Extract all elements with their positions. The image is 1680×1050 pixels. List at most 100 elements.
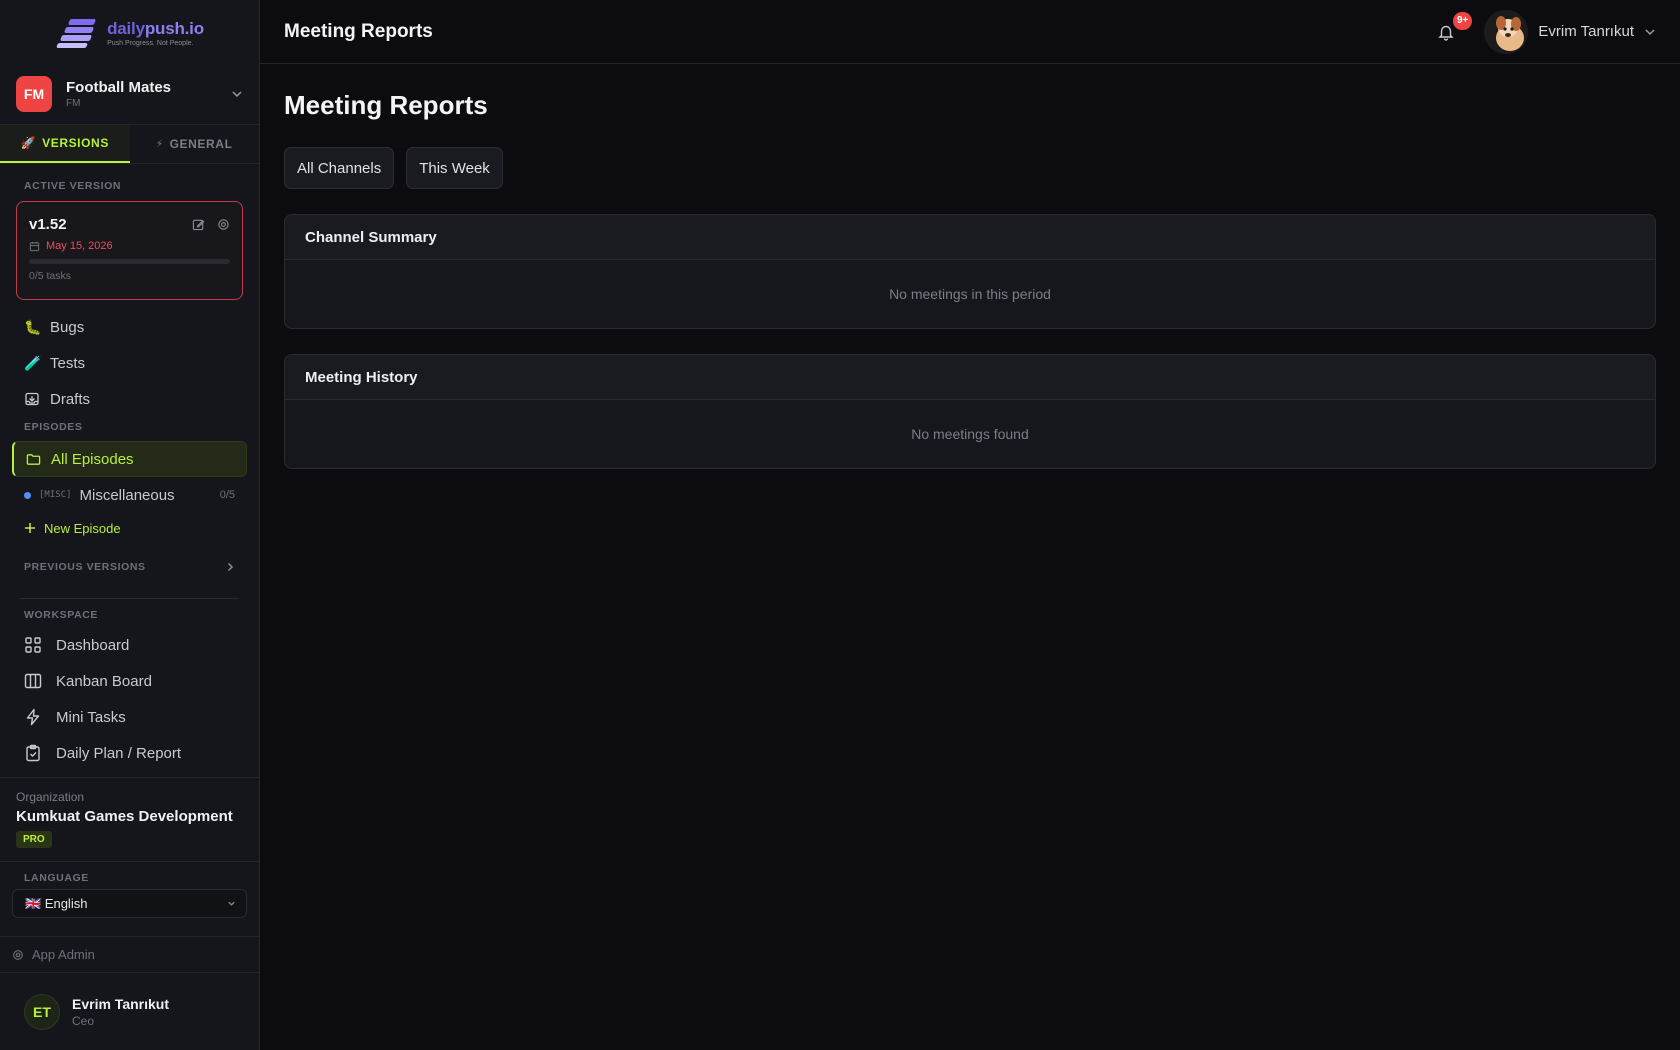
brand-name: dailypush.io: [107, 19, 204, 38]
nav-item-label: Dashboard: [56, 636, 130, 654]
app-root: dailypush.io Push Progress. Not People. …: [0, 0, 1680, 1050]
episode-all[interactable]: All Episodes: [12, 441, 247, 477]
project-name: Football Mates: [66, 79, 172, 96]
episodes-label: EPISODES: [24, 421, 83, 433]
grid-icon: [25, 637, 41, 653]
logo-text: dailypush.io Push Progress. Not People.: [107, 19, 204, 47]
panel-title: Channel Summary: [285, 215, 1655, 260]
active-version-label: ACTIVE VERSION: [24, 180, 122, 192]
sidebar-user[interactable]: ET Evrim Tanrıkut Ceo: [0, 974, 259, 1050]
tab-versions[interactable]: 🚀 VERSIONS: [0, 125, 130, 163]
lightning-icon: [26, 708, 40, 726]
tab-general-label: GENERAL: [169, 137, 233, 151]
nav-item-label: Mini Tasks: [56, 708, 126, 726]
page-content: Meeting Reports All Channels This Week C…: [260, 90, 1680, 469]
top-bar-actions: 9+ Evrim Tanrıkut: [1434, 9, 1656, 54]
empty-state: No meetings in this period: [889, 286, 1051, 302]
language-label: LANGUAGE: [24, 872, 89, 884]
project-code: FM: [66, 98, 81, 109]
clipboard-check-icon: [26, 744, 40, 762]
sidebar-user-name: Evrim Tanrıkut: [72, 996, 169, 1012]
app-admin-link[interactable]: App Admin: [0, 937, 259, 973]
plus-icon: [25, 523, 35, 533]
brand-tagline: Push Progress. Not People.: [107, 40, 194, 47]
sidebar-user-info: Evrim Tanrıkut Ceo: [72, 996, 169, 1028]
nav-item-tests[interactable]: 🧪 Tests: [0, 345, 259, 381]
version-date: May 15, 2026: [29, 240, 230, 252]
nav-item-daily-plan[interactable]: Daily Plan / Report: [0, 735, 259, 771]
user-name: Evrim Tanrıkut: [1538, 23, 1634, 40]
chevron-down-icon: [232, 91, 242, 98]
top-bar: Meeting Reports 9+ Evrim Tanrıkut: [260, 0, 1680, 64]
nav-item-label: Tests: [50, 354, 86, 372]
notification-badge: 9+: [1453, 11, 1473, 30]
sidebar: dailypush.io Push Progress. Not People. …: [0, 0, 260, 1050]
bug-icon: 🐛: [24, 318, 42, 335]
period-filter[interactable]: This Week: [406, 147, 503, 189]
workspace-nav: Dashboard Kanban Board Mini Tasks Daily …: [0, 627, 259, 771]
folder-icon: [26, 453, 41, 465]
meeting-history-panel: Meeting History No meetings found: [284, 354, 1656, 469]
tab-general[interactable]: ⚡ GENERAL: [130, 125, 260, 163]
rocket-icon: 🚀: [20, 136, 37, 150]
organization-label: Organization: [16, 790, 85, 804]
panel-title: Meeting History: [285, 355, 1655, 400]
main-area: Meeting Reports 9+ Evrim Tanrıkut Meetin…: [260, 0, 1680, 1050]
language-panel: LANGUAGE 🇬🇧 English: [0, 862, 259, 937]
tab-versions-label: VERSIONS: [42, 136, 109, 150]
avatar: [1484, 9, 1529, 54]
version-tools: [192, 218, 230, 231]
logo-mark-icon: [55, 18, 99, 48]
channel-summary-panel: Channel Summary No meetings in this peri…: [284, 214, 1656, 329]
chevron-right-icon: [227, 562, 234, 572]
episode-label: Miscellaneous: [79, 486, 175, 504]
lightning-icon: ⚡: [156, 138, 164, 150]
kanban-icon: [24, 673, 42, 689]
edit-icon[interactable]: [192, 218, 205, 231]
episode-tag: [MISC]: [39, 490, 72, 500]
project-info: Football Mates FM: [66, 79, 217, 109]
previous-versions-toggle[interactable]: PREVIOUS VERSIONS: [0, 549, 259, 585]
notifications-button[interactable]: 9+: [1434, 11, 1473, 44]
language-selected: 🇬🇧 English: [25, 895, 88, 911]
chevron-down-icon: [228, 901, 235, 906]
brand-logo[interactable]: dailypush.io Push Progress. Not People.: [0, 0, 259, 64]
channel-filter[interactable]: All Channels: [284, 147, 395, 189]
user-menu[interactable]: Evrim Tanrıkut: [1484, 9, 1656, 54]
app-admin-label: App Admin: [32, 947, 95, 962]
empty-state: No meetings found: [911, 426, 1029, 442]
header-title: Meeting Reports: [284, 20, 433, 42]
nav-item-mini-tasks[interactable]: Mini Tasks: [0, 699, 259, 735]
workspace-label: WORKSPACE: [24, 609, 99, 621]
gear-icon[interactable]: [217, 218, 230, 231]
sidebar-tabs: 🚀 VERSIONS ⚡ GENERAL: [0, 124, 259, 164]
bell-icon: [1438, 25, 1455, 41]
project-switcher[interactable]: FM Football Mates FM: [0, 64, 259, 124]
episode-item[interactable]: [MISC] Miscellaneous 0/5: [0, 477, 259, 513]
new-episode-button[interactable]: New Episode: [0, 513, 259, 543]
page-title: Meeting Reports: [284, 90, 488, 120]
nav-item-label: Bugs: [50, 318, 85, 336]
chevron-down-icon: [1645, 28, 1655, 35]
nav-item-drafts[interactable]: Drafts: [0, 381, 259, 417]
nav-item-label: Kanban Board: [56, 672, 152, 690]
nav-item-bugs[interactable]: 🐛 Bugs: [0, 309, 259, 345]
sidebar-divider: [20, 598, 239, 599]
inbox-icon: [25, 392, 39, 406]
gear-icon: [13, 949, 23, 960]
new-episode-label: New Episode: [44, 520, 121, 536]
episode-count: 0/5: [219, 489, 235, 501]
active-version-card[interactable]: v1.52 May 15, 2026 0/5 tasks: [16, 201, 243, 300]
version-date-text: May 15, 2026: [46, 240, 113, 252]
calendar-icon: [29, 241, 40, 251]
nav-item-dashboard[interactable]: Dashboard: [0, 627, 259, 663]
organization-name: Kumkuat Games Development: [16, 808, 233, 825]
language-select[interactable]: 🇬🇧 English: [12, 889, 247, 918]
episode-all-label: All Episodes: [51, 450, 134, 468]
nav-item-kanban[interactable]: Kanban Board: [0, 663, 259, 699]
organization-panel[interactable]: Organization Kumkuat Games Development P…: [0, 777, 259, 862]
episode-color-dot: [24, 491, 31, 499]
nav-item-label: Daily Plan / Report: [56, 744, 182, 762]
previous-versions-label: PREVIOUS VERSIONS: [24, 561, 146, 573]
user-photo-icon: [1484, 9, 1529, 54]
